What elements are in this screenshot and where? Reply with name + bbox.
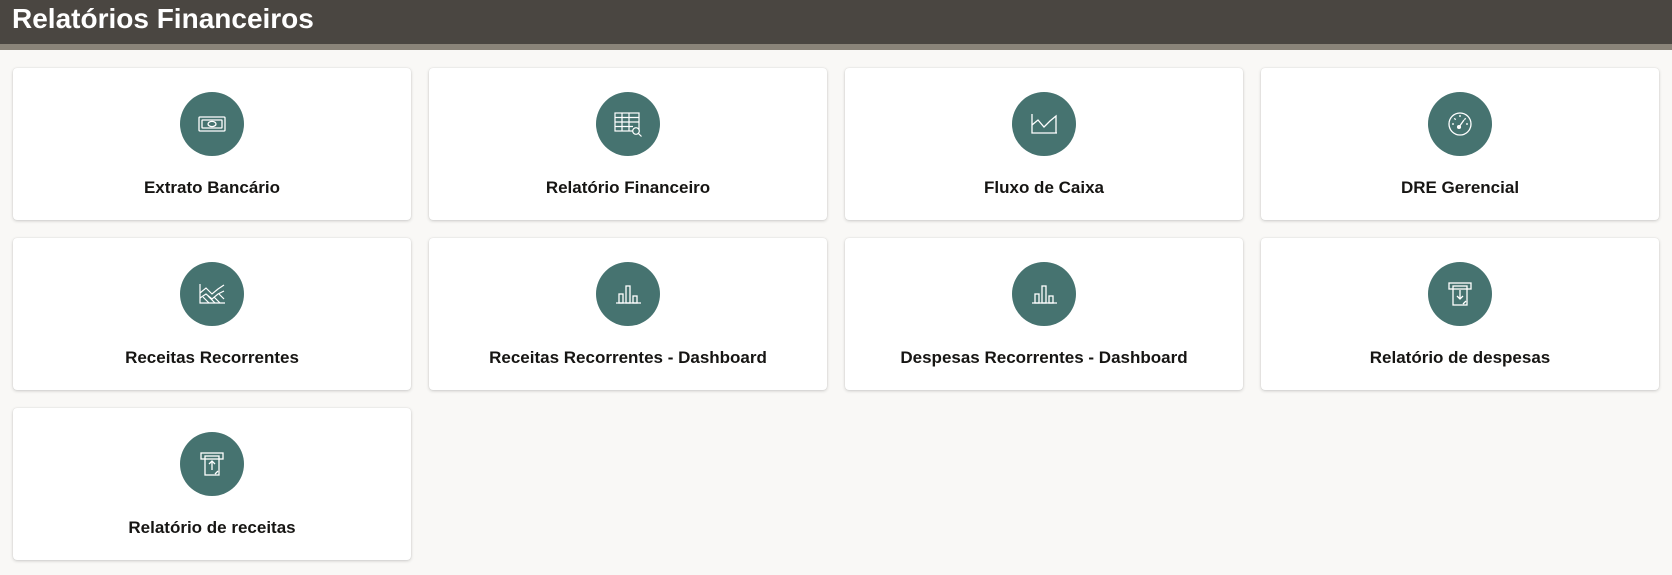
card-extrato-bancario[interactable]: Extrato Bancário bbox=[13, 68, 411, 220]
card-relatorio-de-despesas[interactable]: Relatório de despesas bbox=[1261, 238, 1659, 390]
page-title: Relatórios Financeiros bbox=[12, 3, 314, 34]
gauge-icon bbox=[1428, 92, 1492, 156]
report-card-grid: Extrato Bancário Relatório Financeiro Fl… bbox=[13, 68, 1660, 560]
card-relatorio-financeiro[interactable]: Relatório Financeiro bbox=[429, 68, 827, 220]
multi-area-chart-icon bbox=[180, 262, 244, 326]
card-label: Receitas Recorrentes bbox=[125, 348, 299, 367]
card-label: Extrato Bancário bbox=[143, 178, 281, 197]
card-label: Relatório de despesas bbox=[1369, 348, 1551, 367]
deposit-icon bbox=[180, 432, 244, 496]
card-label: Despesas Recorrentes - Dashboard bbox=[900, 348, 1188, 367]
card-dre-gerencial[interactable]: DRE Gerencial bbox=[1261, 68, 1659, 220]
card-label: Receitas Recorrentes - Dashboard bbox=[489, 348, 767, 367]
bar-chart-icon bbox=[1012, 262, 1076, 326]
card-label: Fluxo de Caixa bbox=[984, 178, 1104, 197]
table-search-icon bbox=[596, 92, 660, 156]
withdraw-icon bbox=[1428, 262, 1492, 326]
card-label: Relatório de receitas bbox=[128, 518, 296, 537]
card-receitas-recorrentes[interactable]: Receitas Recorrentes bbox=[13, 238, 411, 390]
card-label: DRE Gerencial bbox=[1400, 178, 1520, 197]
money-bill-icon bbox=[180, 92, 244, 156]
area-chart-icon bbox=[1012, 92, 1076, 156]
page-header: Relatórios Financeiros bbox=[0, 0, 1672, 50]
card-label: Relatório Financeiro bbox=[545, 178, 711, 197]
card-relatorio-de-receitas[interactable]: Relatório de receitas bbox=[13, 408, 411, 560]
card-fluxo-de-caixa[interactable]: Fluxo de Caixa bbox=[845, 68, 1243, 220]
bar-chart-icon bbox=[596, 262, 660, 326]
card-despesas-recorrentes-dashboard[interactable]: Despesas Recorrentes - Dashboard bbox=[845, 238, 1243, 390]
card-receitas-recorrentes-dashboard[interactable]: Receitas Recorrentes - Dashboard bbox=[429, 238, 827, 390]
